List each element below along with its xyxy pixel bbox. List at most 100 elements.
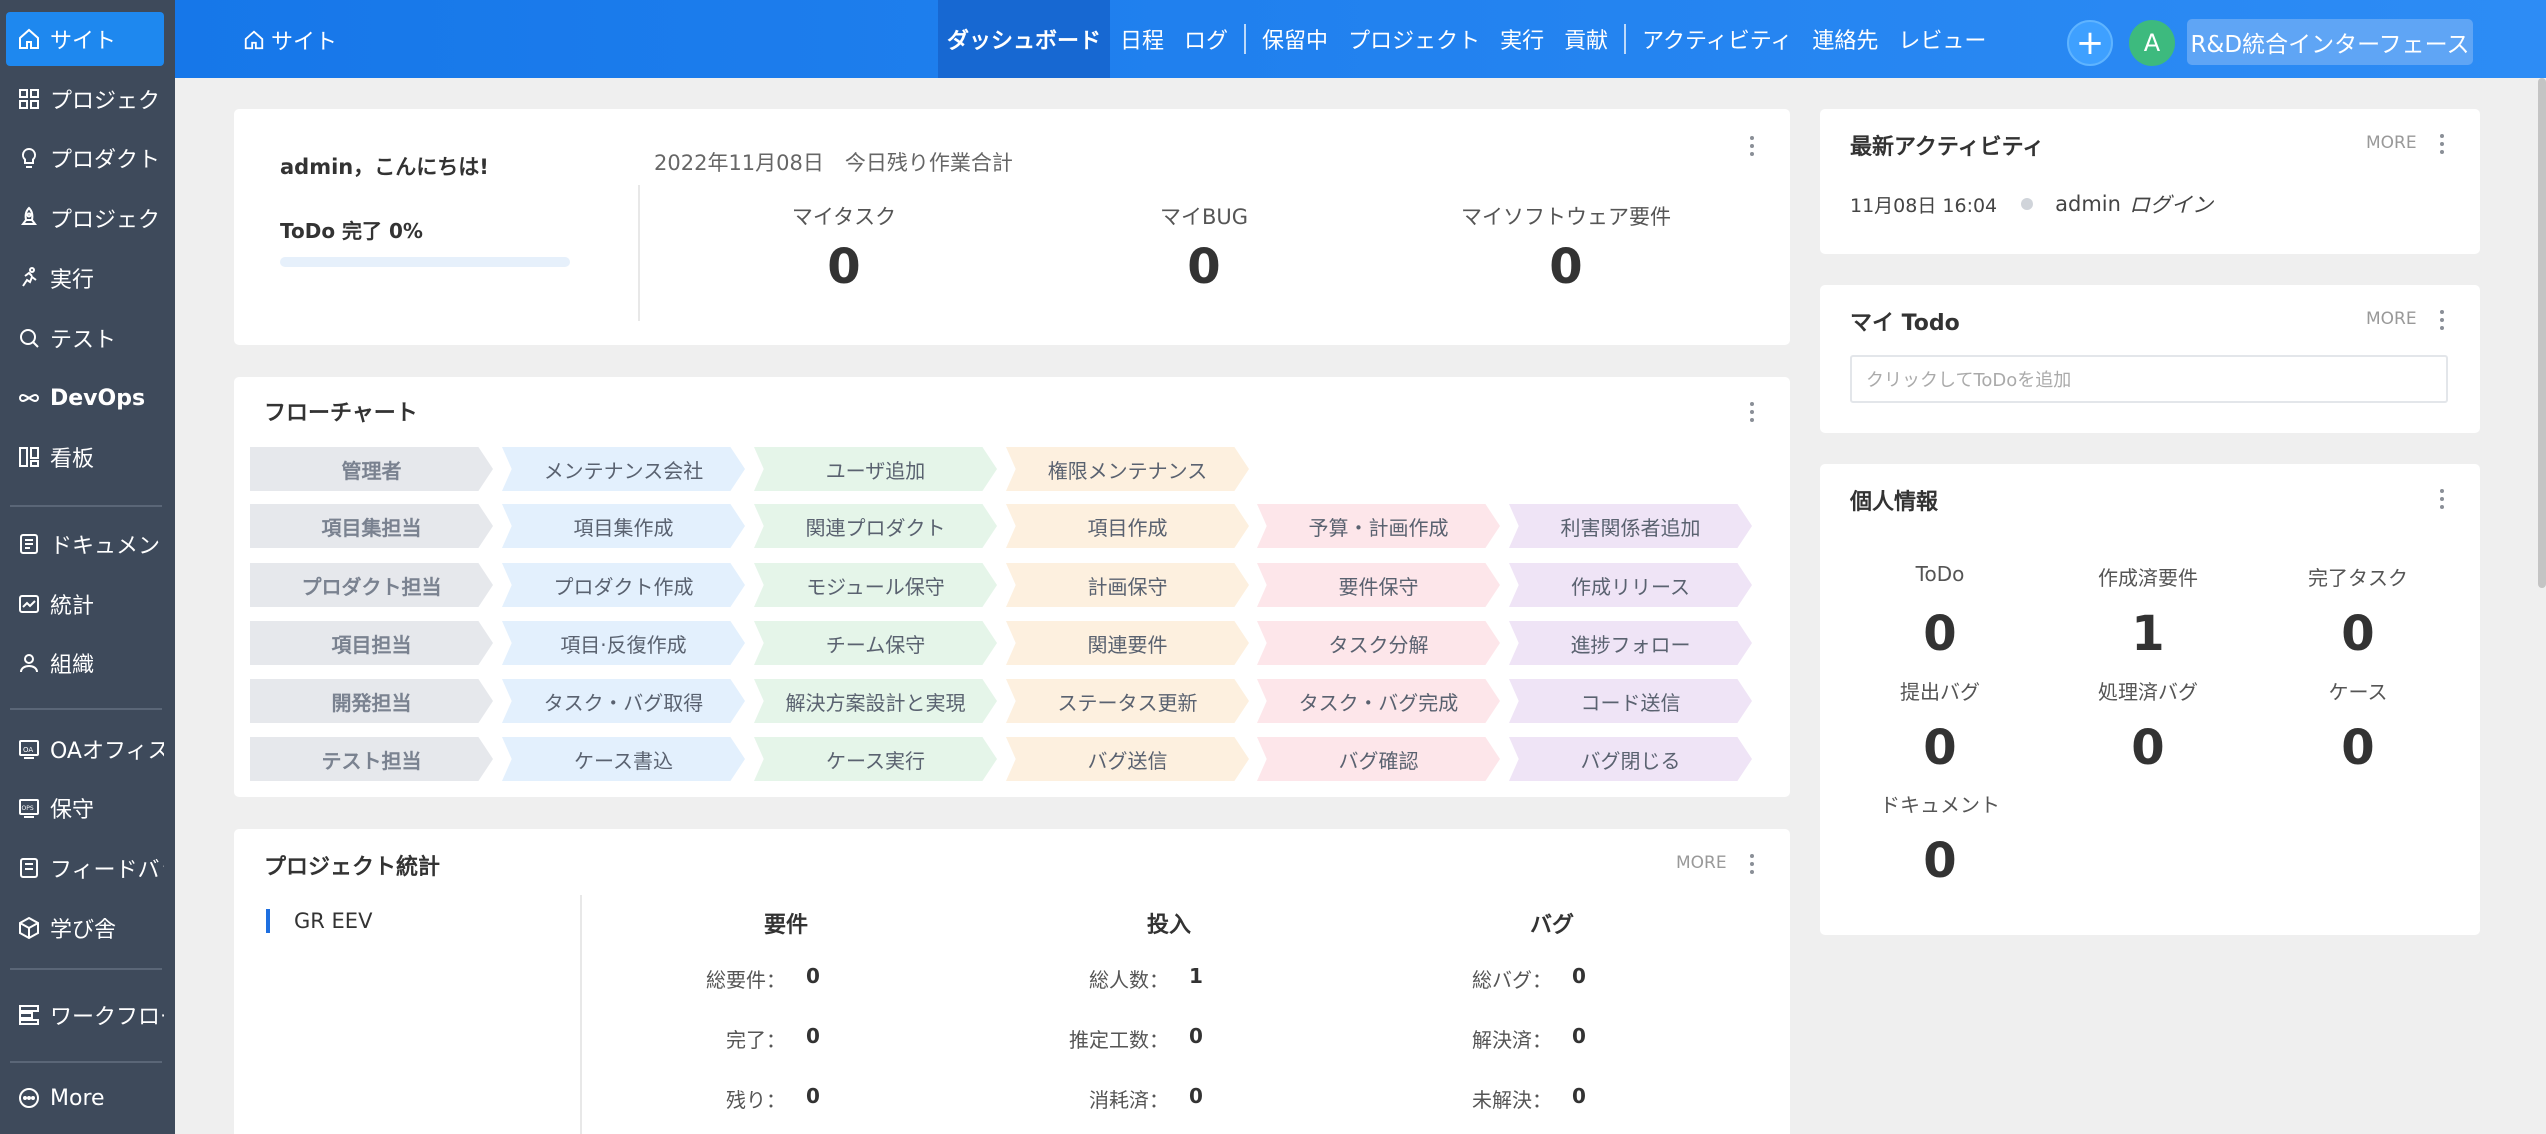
bulb-icon xyxy=(16,145,42,171)
personal-stat-value[interactable]: 0 xyxy=(2048,720,2248,776)
welcome-stat-value[interactable]: 0 xyxy=(684,239,1004,295)
flow-step: 項目作成 xyxy=(1006,504,1249,548)
nav-divider xyxy=(1624,24,1627,54)
todo-menu-icon[interactable] xyxy=(2436,307,2448,333)
sidebar-item-2[interactable]: プロダクト xyxy=(6,131,164,185)
stats-row: 完了： 0 xyxy=(586,1024,986,1053)
activity-title: 最新アクティビティ xyxy=(1850,135,2045,160)
nav-tab-8[interactable]: 連絡先 xyxy=(1802,0,1888,78)
flow-step: バグ確認 xyxy=(1257,737,1500,781)
nav-tab-0[interactable]: ダッシュボード xyxy=(938,0,1111,78)
home-icon xyxy=(16,26,42,52)
personal-stat-value[interactable]: 0 xyxy=(1840,606,2040,662)
timeline-dot xyxy=(2021,198,2034,210)
sidebar-item-label: 学び舎 xyxy=(50,918,117,943)
welcome-menu-icon[interactable] xyxy=(1746,133,1758,159)
flow-step: タスク・バグ完成 xyxy=(1257,679,1500,723)
nav-tab-7[interactable]: アクティビティ xyxy=(1632,0,1802,78)
sidebar-item-0[interactable]: サイト xyxy=(6,12,164,66)
nav-tab-9[interactable]: レビュー xyxy=(1888,0,1996,78)
stats-value: 0 xyxy=(1572,964,1586,988)
sidebar-item-11[interactable]: OA OAオフィス xyxy=(6,722,164,776)
todo-more-link[interactable]: MORE xyxy=(2366,309,2417,329)
personal-stat-value[interactable]: 0 xyxy=(2258,606,2458,662)
sidebar-item-7[interactable]: 看板 xyxy=(6,430,164,484)
plus-icon: + xyxy=(2075,23,2105,63)
activity-menu-icon[interactable] xyxy=(2436,131,2448,157)
sidebar-item-1[interactable]: プロジェクト xyxy=(6,72,164,126)
activity-more-link[interactable]: MORE xyxy=(2366,133,2417,153)
flow-step: タスク分解 xyxy=(1257,621,1500,665)
sidebar-item-label: テスト xyxy=(50,328,117,353)
sidebar-item-12[interactable]: OPS 保守 xyxy=(6,781,164,835)
more-icon xyxy=(16,1085,42,1111)
rocket-icon xyxy=(16,205,42,231)
nav-tab-1[interactable]: 日程 xyxy=(1110,0,1174,78)
flow-step: 予算・計画作成 xyxy=(1257,504,1500,548)
flow-step: ステータス更新 xyxy=(1006,679,1249,723)
breadcrumb[interactable]: サイト xyxy=(243,24,337,56)
flowchart-menu-icon[interactable] xyxy=(1746,399,1758,425)
personal-info-menu-icon[interactable] xyxy=(2436,486,2448,512)
nav-tab-5[interactable]: 実行 xyxy=(1490,0,1554,78)
personal-stat-value[interactable]: 0 xyxy=(1840,833,2040,889)
sidebar-item-6[interactable]: DevOps xyxy=(6,371,164,425)
activity-time: 11月08日 16:04 xyxy=(1850,194,1998,217)
personal-info-card: 個人情報 ToDo 0 作成済要件 1 完了タスク 0 提出バグ 0 処理済バグ 0 ケース 0 ドキュ… xyxy=(1820,464,2480,935)
sidebar-item-label: プロジェクト xyxy=(50,208,164,233)
sidebar-item-15[interactable]: ワークフロー xyxy=(6,988,164,1042)
personal-stat-value[interactable]: 1 xyxy=(2048,606,2248,662)
welcome-stat-value[interactable]: 0 xyxy=(1406,239,1726,295)
sidebar-item-8[interactable]: ドキュメント xyxy=(6,517,164,571)
project-stats-menu-icon[interactable] xyxy=(1746,851,1758,877)
sidebar-item-4[interactable]: 実行 xyxy=(6,251,164,305)
sidebar-item-13[interactable]: フィードバック xyxy=(6,841,164,895)
nav-tab-6[interactable]: 貢献 xyxy=(1554,0,1618,78)
flowchart-card: フローチャート 管理者 メンテナンス会社 ユーザ追加 権限メンテナンス 項目集担当 項目集… xyxy=(234,377,1790,797)
page-scrollbar[interactable] xyxy=(2538,78,2546,588)
stats-row: 推定工数： 0 xyxy=(969,1024,1369,1053)
stats-row: 解決済： 0 xyxy=(1352,1024,1752,1053)
personal-stat-value[interactable]: 0 xyxy=(2258,720,2458,776)
flow-role: 項目担当 xyxy=(250,621,493,665)
todo-add-input[interactable]: クリックしてToDoを追加 xyxy=(1850,355,2448,403)
flow-step: バグ閉じる xyxy=(1509,737,1752,781)
nav-tab-3[interactable]: 保留中 xyxy=(1252,0,1338,78)
sidebar-item-16[interactable]: More xyxy=(6,1073,164,1123)
sidebar-item-3[interactable]: プロジェクト xyxy=(6,191,164,245)
sidebar-item-label: 統計 xyxy=(50,594,95,619)
flow-step: 関連プロダクト xyxy=(754,504,997,548)
project-stats-more-link[interactable]: MORE xyxy=(1676,853,1727,873)
flow-step: 作成リリース xyxy=(1509,563,1752,607)
project-name[interactable]: GR EEV xyxy=(294,909,372,933)
svg-text:OPS: OPS xyxy=(22,805,34,812)
avatar[interactable]: A xyxy=(2129,20,2175,66)
sidebar-item-label: OAオフィス xyxy=(50,739,164,764)
interface-button[interactable]: R&D統合インターフェース xyxy=(2187,19,2473,65)
welcome-stat-value[interactable]: 0 xyxy=(1044,239,1364,295)
personal-stat-label: 完了タスク xyxy=(2308,566,2408,590)
personal-stat-value[interactable]: 0 xyxy=(1840,720,2040,776)
sidebar-item-9[interactable]: 統計 xyxy=(6,577,164,631)
stats-row: 総要件： 0 xyxy=(586,964,986,993)
chart-icon xyxy=(16,591,42,617)
activity-user[interactable]: admin xyxy=(2055,192,2121,216)
nav-tab-2[interactable]: ログ xyxy=(1174,0,1238,78)
sidebar-item-label: 保守 xyxy=(50,798,95,823)
nav-tab-4[interactable]: プロジェクト xyxy=(1338,0,1490,78)
stats-row: 消耗済： 0 xyxy=(969,1084,1369,1113)
flow-role: 開発担当 xyxy=(250,679,493,723)
add-button[interactable]: + xyxy=(2067,20,2113,66)
flow-step: プロダクト作成 xyxy=(502,563,745,607)
flow-step: ケース書込 xyxy=(502,737,745,781)
user-icon xyxy=(16,650,42,676)
sidebar-item-10[interactable]: 組織 xyxy=(6,636,164,690)
infinity-icon xyxy=(16,385,42,411)
sidebar-item-14[interactable]: 学び舎 xyxy=(6,901,164,955)
sidebar-item-5[interactable]: テスト xyxy=(6,311,164,365)
personal-stat-label: 作成済要件 xyxy=(2098,566,2198,590)
personal-stat-label: 提出バグ xyxy=(1900,680,1980,704)
stats-value: 0 xyxy=(1572,1024,1586,1048)
welcome-card: admin，こんにちは! ToDo 完了 0% 2022年11月08日 今日残り… xyxy=(234,109,1790,345)
cube-icon xyxy=(16,915,42,941)
